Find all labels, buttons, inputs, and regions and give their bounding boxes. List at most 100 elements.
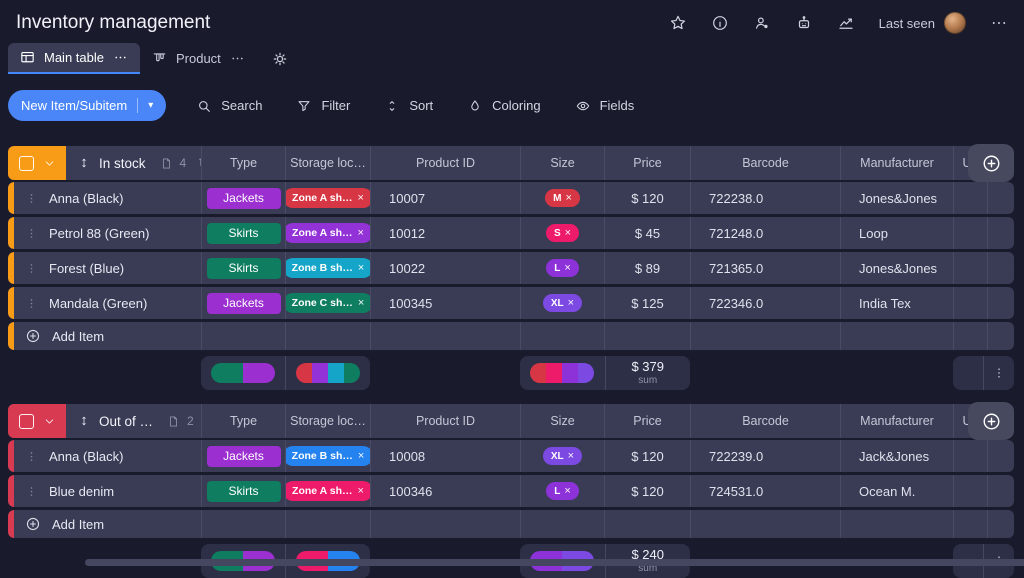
- type-cell[interactable]: Skirts: [201, 252, 285, 284]
- price-cell[interactable]: $ 120: [604, 440, 690, 472]
- table-row[interactable]: Petrol 88 (Green)SkirtsZone A sh…×10012S…: [8, 217, 1014, 249]
- toolbar-coloring-button[interactable]: Coloring: [467, 98, 540, 114]
- star-icon[interactable]: [669, 14, 687, 32]
- close-icon[interactable]: ×: [358, 192, 364, 204]
- units-cell[interactable]: [953, 440, 987, 472]
- size-cell[interactable]: L×: [520, 252, 604, 284]
- status-pill[interactable]: XL×: [543, 447, 582, 465]
- item-name-cell[interactable]: Anna (Black): [8, 440, 201, 472]
- status-pill[interactable]: Skirts: [207, 223, 281, 244]
- barcode-cell[interactable]: 721365.0: [690, 252, 840, 284]
- column-header-price[interactable]: Price: [604, 146, 690, 180]
- manufacturer-cell[interactable]: Jones&Jones: [840, 182, 953, 214]
- status-pill[interactable]: S×: [546, 224, 579, 242]
- status-pill[interactable]: Jackets: [207, 446, 281, 467]
- storage-cell[interactable]: Zone A sh…×: [285, 182, 370, 214]
- price-cell[interactable]: $ 120: [604, 182, 690, 214]
- table-row[interactable]: Blue denimSkirtsZone A sh…×100346L×$ 120…: [8, 475, 1014, 507]
- manufacturer-cell[interactable]: Ocean M.: [840, 475, 953, 507]
- group-checkbox[interactable]: [19, 156, 34, 171]
- add-item-row[interactable]: Add Item: [8, 322, 1014, 350]
- manufacturer-cell[interactable]: Jack&Jones: [840, 440, 953, 472]
- barcode-cell[interactable]: 722239.0: [690, 440, 840, 472]
- storage-cell[interactable]: Zone C sh…×: [285, 287, 370, 319]
- close-icon[interactable]: ×: [358, 227, 364, 239]
- status-pill[interactable]: L×: [546, 482, 579, 500]
- toolbar-filter-button[interactable]: Filter: [296, 98, 350, 114]
- close-icon[interactable]: ×: [358, 450, 364, 462]
- status-pill[interactable]: L×: [546, 259, 579, 277]
- chevdown-icon[interactable]: [43, 157, 56, 170]
- column-header-type[interactable]: Type: [201, 404, 285, 438]
- close-icon[interactable]: ×: [358, 297, 364, 309]
- add-column-button[interactable]: [968, 402, 1014, 440]
- status-pill[interactable]: Zone A sh…×: [285, 223, 370, 243]
- automations-icon[interactable]: [795, 14, 813, 32]
- price-cell[interactable]: $ 89: [604, 252, 690, 284]
- column-header-price[interactable]: Price: [604, 404, 690, 438]
- item-name-cell[interactable]: Forest (Blue): [8, 252, 201, 284]
- storage-cell[interactable]: Zone B sh…×: [285, 252, 370, 284]
- table-row[interactable]: Anna (Black)JacketsZone A sh…×10007M×$ 1…: [8, 182, 1014, 214]
- barcode-cell[interactable]: 721248.0: [690, 217, 840, 249]
- column-header-product-id[interactable]: Product ID: [370, 146, 520, 180]
- storage-cell[interactable]: Zone B sh…×: [285, 440, 370, 472]
- close-icon[interactable]: ×: [568, 297, 574, 309]
- horizontal-scrollbar[interactable]: [85, 559, 1024, 566]
- tab-options-icon[interactable]: [229, 50, 246, 67]
- column-header-barcode[interactable]: Barcode: [690, 146, 840, 180]
- chevdown-icon[interactable]: [43, 415, 56, 428]
- units-cell[interactable]: [953, 182, 987, 214]
- close-icon[interactable]: ×: [358, 485, 364, 497]
- units-cell[interactable]: [953, 475, 987, 507]
- column-header-manufacturer[interactable]: Manufacturer: [840, 146, 953, 180]
- barcode-cell[interactable]: 722238.0: [690, 182, 840, 214]
- group-select[interactable]: [8, 404, 66, 438]
- group-title[interactable]: In stock40: [66, 146, 201, 180]
- storage-cell[interactable]: Zone A sh…×: [285, 217, 370, 249]
- status-pill[interactable]: Jackets: [207, 293, 281, 314]
- new-item-button[interactable]: New Item/Subitem ▾: [8, 90, 166, 121]
- avatar[interactable]: [944, 12, 966, 34]
- add-item-row[interactable]: Add Item: [8, 510, 1014, 538]
- chevron-down-icon[interactable]: ▾: [148, 101, 153, 111]
- item-name-cell[interactable]: Anna (Black): [8, 182, 201, 214]
- close-icon[interactable]: ×: [565, 227, 571, 239]
- status-pill[interactable]: Skirts: [207, 258, 281, 279]
- close-icon[interactable]: ×: [565, 192, 571, 204]
- barcode-cell[interactable]: 722346.0: [690, 287, 840, 319]
- column-header-product-id[interactable]: Product ID: [370, 404, 520, 438]
- group-checkbox[interactable]: [19, 414, 34, 429]
- column-header-storage-loc-[interactable]: Storage loc…: [285, 146, 370, 180]
- tab-main-table[interactable]: Main table: [8, 43, 140, 74]
- column-header-manufacturer[interactable]: Manufacturer: [840, 404, 953, 438]
- type-cell[interactable]: Jackets: [201, 440, 285, 472]
- board-settings-button[interactable]: [271, 43, 289, 74]
- toolbar-search-button[interactable]: Search: [196, 98, 262, 114]
- add-item-cell[interactable]: Add Item: [8, 510, 201, 538]
- price-cell[interactable]: $ 125: [604, 287, 690, 319]
- last-seen[interactable]: Last seen: [879, 12, 966, 34]
- close-icon[interactable]: ×: [358, 262, 364, 274]
- table-row[interactable]: Forest (Blue) SkirtsZone B sh…×10022 L× $ 8…: [8, 252, 1014, 284]
- size-cell[interactable]: S×: [520, 217, 604, 249]
- item-name-cell[interactable]: Blue denim: [8, 475, 201, 507]
- price-cell[interactable]: $ 45: [604, 217, 690, 249]
- product-id-cell[interactable]: 10007: [370, 182, 520, 214]
- type-cell[interactable]: Jackets: [201, 182, 285, 214]
- status-pill[interactable]: Jackets: [207, 188, 281, 209]
- add-item-cell[interactable]: Add Item: [8, 322, 201, 350]
- units-cell[interactable]: [953, 287, 987, 319]
- status-pill[interactable]: Zone B sh…×: [285, 446, 370, 466]
- type-cell[interactable]: Jackets: [201, 287, 285, 319]
- table-row[interactable]: Mandala (Green)JacketsZone C sh…×100345X…: [8, 287, 1014, 319]
- product-id-cell[interactable]: 10022: [370, 252, 520, 284]
- group-title[interactable]: Out of …20: [66, 404, 201, 438]
- column-header-type[interactable]: Type: [201, 146, 285, 180]
- product-id-cell[interactable]: 100346: [370, 475, 520, 507]
- storage-cell[interactable]: Zone A sh…×: [285, 475, 370, 507]
- product-id-cell[interactable]: 100345: [370, 287, 520, 319]
- units-cell[interactable]: [953, 217, 987, 249]
- status-pill[interactable]: Zone A sh…×: [285, 481, 370, 501]
- table-row[interactable]: Anna (Black)JacketsZone B sh…×10008XL×$ …: [8, 440, 1014, 472]
